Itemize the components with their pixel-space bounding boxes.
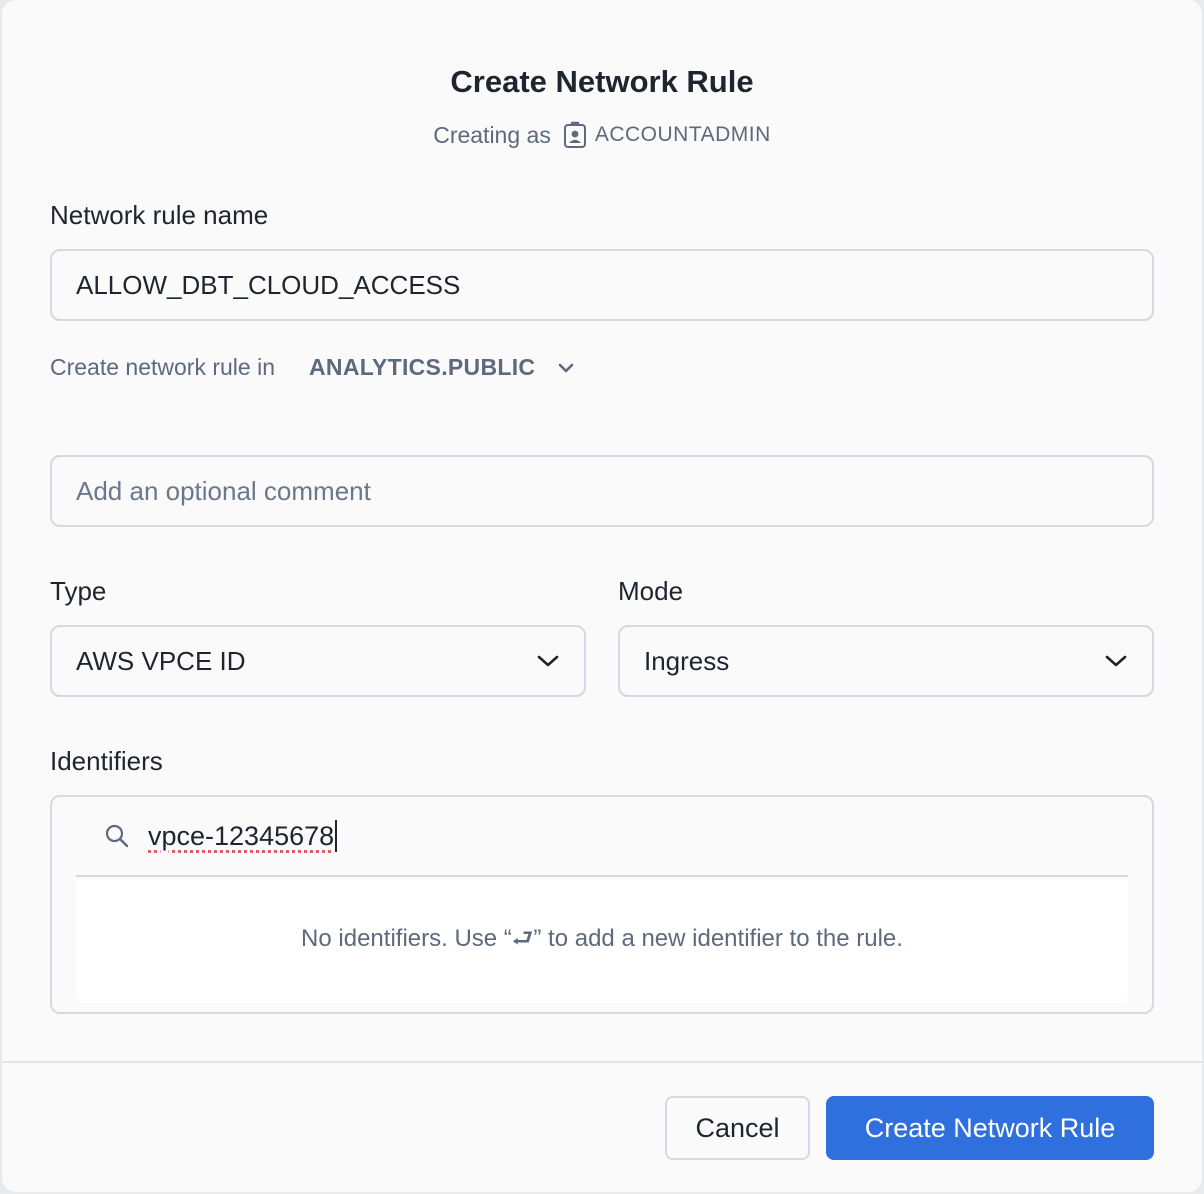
identifiers-empty-state: No identifiers. Use “⮐” to add a new ide… <box>76 879 1128 1003</box>
chevron-down-icon <box>1104 653 1128 669</box>
create-network-rule-button[interactable]: Create Network Rule <box>826 1096 1154 1160</box>
user-badge-icon <box>563 121 587 149</box>
identifier-input-value: vpce-12345678 <box>148 820 335 851</box>
chevron-down-icon <box>536 653 560 669</box>
role-name: ACCOUNTADMIN <box>594 123 771 146</box>
location-row: Create network rule in ANALYTICS.PUBLIC <box>50 354 575 381</box>
identifiers-box: vpce-12345678 No identifiers. Use “⮐” to… <box>50 795 1154 1014</box>
type-select[interactable]: AWS VPCE ID <box>50 625 586 697</box>
dialog-title: Create Network Rule <box>450 64 754 99</box>
create-network-rule-dialog: Create Network Rule Creating as ACCOUNTA… <box>2 0 1202 1192</box>
identifier-input[interactable]: vpce-12345678 <box>76 797 1128 877</box>
mode-label: Mode <box>618 576 684 606</box>
type-label: Type <box>50 576 107 606</box>
chevron-down-icon[interactable] <box>557 362 575 374</box>
identifiers-label: Identifiers <box>50 746 163 776</box>
schema-selector[interactable]: ANALYTICS.PUBLIC <box>309 354 535 381</box>
comment-input[interactable]: Add an optional comment <box>50 455 1154 527</box>
network-rule-name-input[interactable]: ALLOW_DBT_CLOUD_ACCESS <box>50 249 1154 321</box>
network-rule-name-label: Network rule name <box>50 200 269 230</box>
type-selected-value: AWS VPCE ID <box>76 645 246 676</box>
identifiers-empty-message: No identifiers. Use “⮐” to add a new ide… <box>301 924 903 952</box>
cancel-button[interactable]: Cancel <box>665 1096 810 1160</box>
footer-divider <box>2 1061 1202 1063</box>
creating-as-row: Creating as ACCOUNTADMIN <box>2 121 1202 149</box>
location-label: Create network rule in <box>50 354 275 380</box>
creating-as-label: Creating as <box>433 121 551 148</box>
mode-select[interactable]: Ingress <box>618 625 1154 697</box>
mode-selected-value: Ingress <box>644 645 730 676</box>
search-icon <box>104 823 130 849</box>
text-cursor <box>335 820 338 852</box>
comment-placeholder: Add an optional comment <box>76 475 371 506</box>
network-rule-name-value: ALLOW_DBT_CLOUD_ACCESS <box>76 269 461 300</box>
